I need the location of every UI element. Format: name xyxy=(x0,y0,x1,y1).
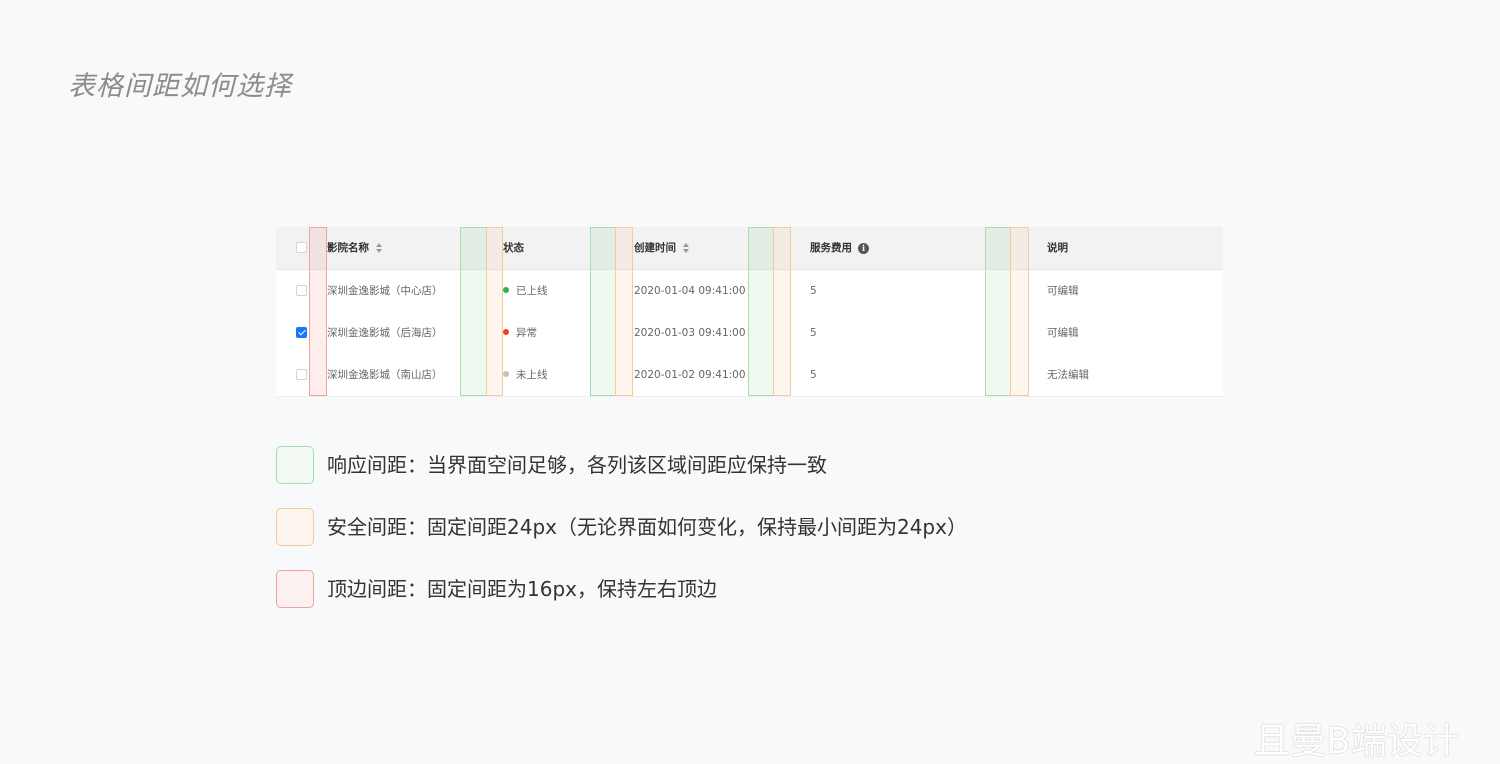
cell-status: 未上线 xyxy=(503,354,548,396)
row-checkbox[interactable] xyxy=(296,285,307,296)
cell-note: 无法编辑 xyxy=(1047,369,1089,381)
status-dot-icon xyxy=(503,329,509,335)
cell-fee: 5 xyxy=(810,369,817,381)
column-header-created[interactable]: 创建时间 xyxy=(634,227,689,269)
cell-fee: 5 xyxy=(810,327,817,339)
status-text: 未上线 xyxy=(516,369,548,381)
column-header-fee-label: 服务费用 xyxy=(810,242,852,254)
cell-name: 深圳金逸影城（中心店） xyxy=(327,285,443,297)
safe-spacing-overlay xyxy=(486,227,503,396)
safe-spacing-overlay xyxy=(1010,227,1029,396)
cell-note: 可编辑 xyxy=(1047,285,1079,297)
cell-created: 2020-01-04 09:41:00 xyxy=(634,285,746,297)
legend-swatch-green xyxy=(276,446,314,484)
legend-text: 顶边间距：固定间距为16px，保持左右顶边 xyxy=(327,577,717,601)
status-text: 异常 xyxy=(516,327,537,339)
watermark-text: 且曼B端设计 xyxy=(1254,721,1459,762)
cell-status: 已上线 xyxy=(503,270,548,312)
legend-text: 响应间距：当界面空间足够，各列该区域间距应保持一致 xyxy=(327,453,827,477)
cell-created: 2020-01-02 09:41:00 xyxy=(634,369,746,381)
cell-note: 可编辑 xyxy=(1047,327,1079,339)
column-header-note: 说明 xyxy=(1047,242,1068,254)
responsive-spacing-overlay xyxy=(748,227,774,396)
cell-status: 异常 xyxy=(503,312,537,354)
sort-icon[interactable] xyxy=(376,243,382,253)
responsive-spacing-overlay xyxy=(460,227,487,396)
status-dot-icon xyxy=(503,371,509,377)
cell-name: 深圳金逸影城（后海店） xyxy=(327,327,443,339)
sort-icon[interactable] xyxy=(683,243,689,253)
safe-spacing-overlay xyxy=(615,227,633,396)
cell-name: 深圳金逸影城（南山店） xyxy=(327,369,443,381)
safe-spacing-overlay xyxy=(773,227,791,396)
cell-created: 2020-01-03 09:41:00 xyxy=(634,327,746,339)
column-header-name-label: 影院名称 xyxy=(327,242,369,254)
info-icon[interactable]: i xyxy=(858,242,869,254)
row-checkbox-checked[interactable] xyxy=(296,327,307,338)
status-text: 已上线 xyxy=(516,285,548,297)
select-all-checkbox[interactable] xyxy=(296,242,307,253)
page-title: 表格间距如何选择 xyxy=(68,71,292,102)
column-header-status: 状态 xyxy=(503,242,524,254)
edge-spacing-overlay xyxy=(309,227,327,396)
cell-fee: 5 xyxy=(810,285,817,297)
row-checkbox[interactable] xyxy=(296,369,307,380)
column-header-created-label: 创建时间 xyxy=(634,242,676,254)
column-header-name[interactable]: 影院名称 xyxy=(327,227,382,269)
status-dot-icon xyxy=(503,287,509,293)
legend-swatch-orange xyxy=(276,508,314,546)
responsive-spacing-overlay xyxy=(590,227,616,396)
legend-text: 安全间距：固定间距24px（无论界面如何变化，保持最小间距为24px） xyxy=(327,515,967,539)
responsive-spacing-overlay xyxy=(985,227,1011,396)
column-header-fee: 服务费用 i xyxy=(810,227,869,269)
legend-swatch-red xyxy=(276,570,314,608)
